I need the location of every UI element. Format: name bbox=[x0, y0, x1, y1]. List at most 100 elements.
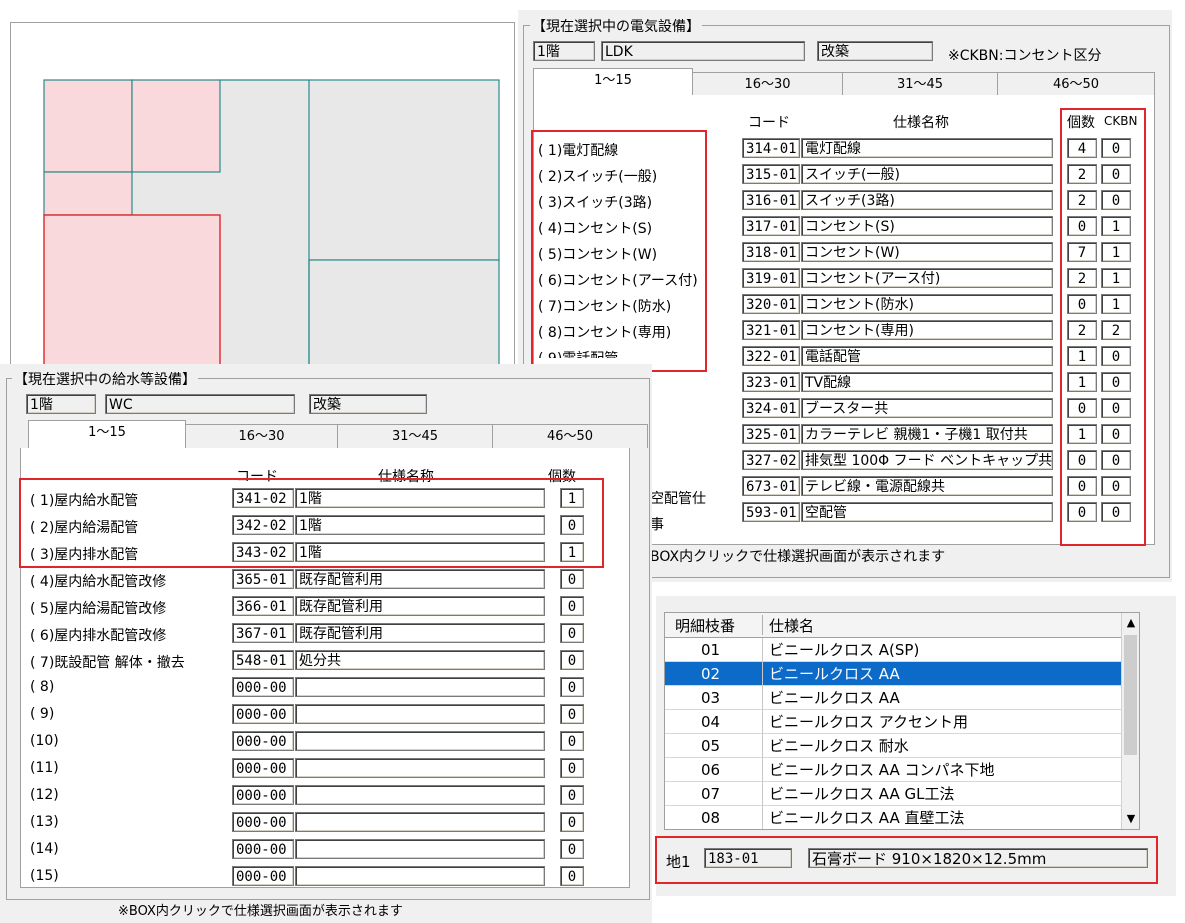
electric-spec-name-field[interactable]: コンセント(専用) bbox=[801, 320, 1053, 340]
electric-qty-field[interactable]: 0 bbox=[1067, 502, 1097, 522]
water-spec-name-field[interactable]: 1階 bbox=[295, 542, 545, 562]
water-qty-field[interactable]: 1 bbox=[560, 542, 584, 562]
water-qty-field[interactable]: 1 bbox=[560, 488, 584, 508]
electric-qty-field[interactable]: 7 bbox=[1067, 242, 1097, 262]
electric-code-field[interactable]: 320-01 bbox=[742, 294, 800, 314]
electric-spec-name-field[interactable]: 電話配管 bbox=[801, 346, 1053, 366]
water-qty-field[interactable]: 0 bbox=[560, 596, 584, 616]
spec-list-scrollbar[interactable]: ▲ ▼ bbox=[1121, 613, 1139, 829]
electric-ckbn-field[interactable]: 0 bbox=[1101, 138, 1131, 158]
water-spec-name-field[interactable] bbox=[295, 839, 545, 859]
electric-ckbn-field[interactable]: 1 bbox=[1101, 268, 1131, 288]
electric-qty-field[interactable]: 2 bbox=[1067, 320, 1097, 340]
electric-code-field[interactable]: 327-02 bbox=[742, 450, 800, 470]
electric-tab-31-45[interactable]: 31～45 bbox=[843, 72, 998, 96]
electric-qty-field[interactable]: 0 bbox=[1067, 216, 1097, 236]
spec-list-item[interactable]: 07 ビニールクロス AA GL工法 bbox=[665, 782, 1121, 806]
water-spec-name-field[interactable] bbox=[295, 704, 545, 724]
water-code-field[interactable]: 367-01 bbox=[232, 623, 294, 643]
scroll-up-arrow-icon[interactable]: ▲ bbox=[1122, 613, 1139, 633]
scroll-thumb[interactable] bbox=[1124, 635, 1137, 755]
water-qty-field[interactable]: 0 bbox=[560, 677, 584, 697]
water-spec-name-field[interactable]: 既存配管利用 bbox=[295, 596, 545, 616]
water-qty-field[interactable]: 0 bbox=[560, 569, 584, 589]
water-code-field[interactable]: 000-00 bbox=[232, 785, 294, 805]
water-code-field[interactable]: 548-01 bbox=[232, 650, 294, 670]
electric-code-field[interactable]: 324-01 bbox=[742, 398, 800, 418]
electric-code-field[interactable]: 321-01 bbox=[742, 320, 800, 340]
electric-ckbn-field[interactable]: 1 bbox=[1101, 242, 1131, 262]
electric-spec-name-field[interactable]: スイッチ(一般) bbox=[801, 164, 1053, 184]
water-spec-name-field[interactable]: 処分共 bbox=[295, 650, 545, 670]
electric-spec-name-field[interactable]: テレビ線・電源配線共 bbox=[801, 476, 1053, 496]
water-code-field[interactable]: 000-00 bbox=[232, 758, 294, 778]
water-qty-field[interactable]: 0 bbox=[560, 515, 584, 535]
electric-ckbn-field[interactable]: 0 bbox=[1101, 450, 1131, 470]
spec-list[interactable]: 明細枝番 仕様名 01 ビニールクロス A(SP) 02 ビニールクロス AA 03 ビニ… bbox=[664, 612, 1140, 830]
electric-code-field[interactable]: 319-01 bbox=[742, 268, 800, 288]
electric-spec-name-field[interactable]: スイッチ(3路) bbox=[801, 190, 1053, 210]
water-code-field[interactable]: 365-01 bbox=[232, 569, 294, 589]
water-qty-field[interactable]: 0 bbox=[560, 623, 584, 643]
water-qty-field[interactable]: 0 bbox=[560, 758, 584, 778]
electric-qty-field[interactable]: 2 bbox=[1067, 190, 1097, 210]
electric-code-field[interactable]: 316-01 bbox=[742, 190, 800, 210]
electric-code-field[interactable]: 314-01 bbox=[742, 138, 800, 158]
electric-ckbn-field[interactable]: 2 bbox=[1101, 320, 1131, 340]
water-tab-1-15[interactable]: 1～15 bbox=[28, 420, 186, 448]
water-spec-name-field[interactable] bbox=[295, 731, 545, 751]
electric-qty-field[interactable]: 0 bbox=[1067, 398, 1097, 418]
electric-spec-name-field[interactable]: コンセント(S) bbox=[801, 216, 1053, 236]
spec-list-item[interactable]: 04 ビニールクロス アクセント用 bbox=[665, 710, 1121, 734]
water-code-field[interactable]: 000-00 bbox=[232, 866, 294, 886]
water-qty-field[interactable]: 0 bbox=[560, 704, 584, 724]
electric-tab-1-15[interactable]: 1～15 bbox=[533, 68, 693, 96]
water-spec-name-field[interactable] bbox=[295, 758, 545, 778]
water-code-field[interactable]: 343-02 bbox=[232, 542, 294, 562]
spec-list-item[interactable]: 06 ビニールクロス AA コンパネ下地 bbox=[665, 758, 1121, 782]
water-spec-name-field[interactable]: 1階 bbox=[295, 488, 545, 508]
scroll-down-arrow-icon[interactable]: ▼ bbox=[1122, 809, 1139, 829]
water-code-field[interactable]: 366-01 bbox=[232, 596, 294, 616]
spec-header-no[interactable]: 明細枝番 bbox=[675, 615, 735, 636]
spec-list-item[interactable]: 05 ビニールクロス 耐水 bbox=[665, 734, 1121, 758]
electric-ckbn-field[interactable]: 0 bbox=[1101, 398, 1131, 418]
electric-code-field[interactable]: 317-01 bbox=[742, 216, 800, 236]
electric-ckbn-field[interactable]: 0 bbox=[1101, 424, 1131, 444]
electric-spec-name-field[interactable]: 電灯配線 bbox=[801, 138, 1053, 158]
electric-qty-field[interactable]: 2 bbox=[1067, 164, 1097, 184]
spec-header-name[interactable]: 仕様名 bbox=[769, 615, 814, 636]
water-qty-field[interactable]: 0 bbox=[560, 866, 584, 886]
electric-ckbn-field[interactable]: 0 bbox=[1101, 190, 1131, 210]
spec-list-item[interactable]: 01 ビニールクロス A(SP) bbox=[665, 638, 1121, 662]
water-qty-field[interactable]: 0 bbox=[560, 785, 584, 805]
spec-list-item[interactable]: 08 ビニールクロス AA 直壁工法 bbox=[665, 806, 1121, 829]
electric-spec-name-field[interactable]: 空配管 bbox=[801, 502, 1053, 522]
water-qty-field[interactable]: 0 bbox=[560, 839, 584, 859]
water-spec-name-field[interactable] bbox=[295, 812, 545, 832]
water-code-field[interactable]: 000-00 bbox=[232, 839, 294, 859]
water-spec-name-field[interactable] bbox=[295, 785, 545, 805]
water-tab-46-50[interactable]: 46～50 bbox=[493, 424, 648, 448]
water-spec-name-field[interactable] bbox=[295, 677, 545, 697]
water-code-field[interactable]: 000-00 bbox=[232, 812, 294, 832]
electric-tab-16-30[interactable]: 16～30 bbox=[693, 72, 843, 96]
electric-code-field[interactable]: 315-01 bbox=[742, 164, 800, 184]
water-code-field[interactable]: 000-00 bbox=[232, 677, 294, 697]
electric-ckbn-field[interactable]: 0 bbox=[1101, 372, 1131, 392]
electric-qty-field[interactable]: 2 bbox=[1067, 268, 1097, 288]
electric-ckbn-field[interactable]: 0 bbox=[1101, 476, 1131, 496]
electric-spec-name-field[interactable]: カラーテレビ 親機1・子機1 取付共 bbox=[801, 424, 1053, 444]
spec-list-item[interactable]: 02 ビニールクロス AA bbox=[665, 662, 1121, 686]
electric-spec-name-field[interactable]: コンセント(W) bbox=[801, 242, 1053, 262]
water-qty-field[interactable]: 0 bbox=[560, 812, 584, 832]
electric-code-field[interactable]: 322-01 bbox=[742, 346, 800, 366]
electric-code-field[interactable]: 318-01 bbox=[742, 242, 800, 262]
water-qty-field[interactable]: 0 bbox=[560, 731, 584, 751]
spec-list-item[interactable]: 03 ビニールクロス AA bbox=[665, 686, 1121, 710]
electric-code-field[interactable]: 673-01 bbox=[742, 476, 800, 496]
electric-spec-name-field[interactable]: TV配線 bbox=[801, 372, 1053, 392]
water-code-field[interactable]: 000-00 bbox=[232, 704, 294, 724]
water-spec-name-field[interactable]: 1階 bbox=[295, 515, 545, 535]
electric-qty-field[interactable]: 0 bbox=[1067, 294, 1097, 314]
